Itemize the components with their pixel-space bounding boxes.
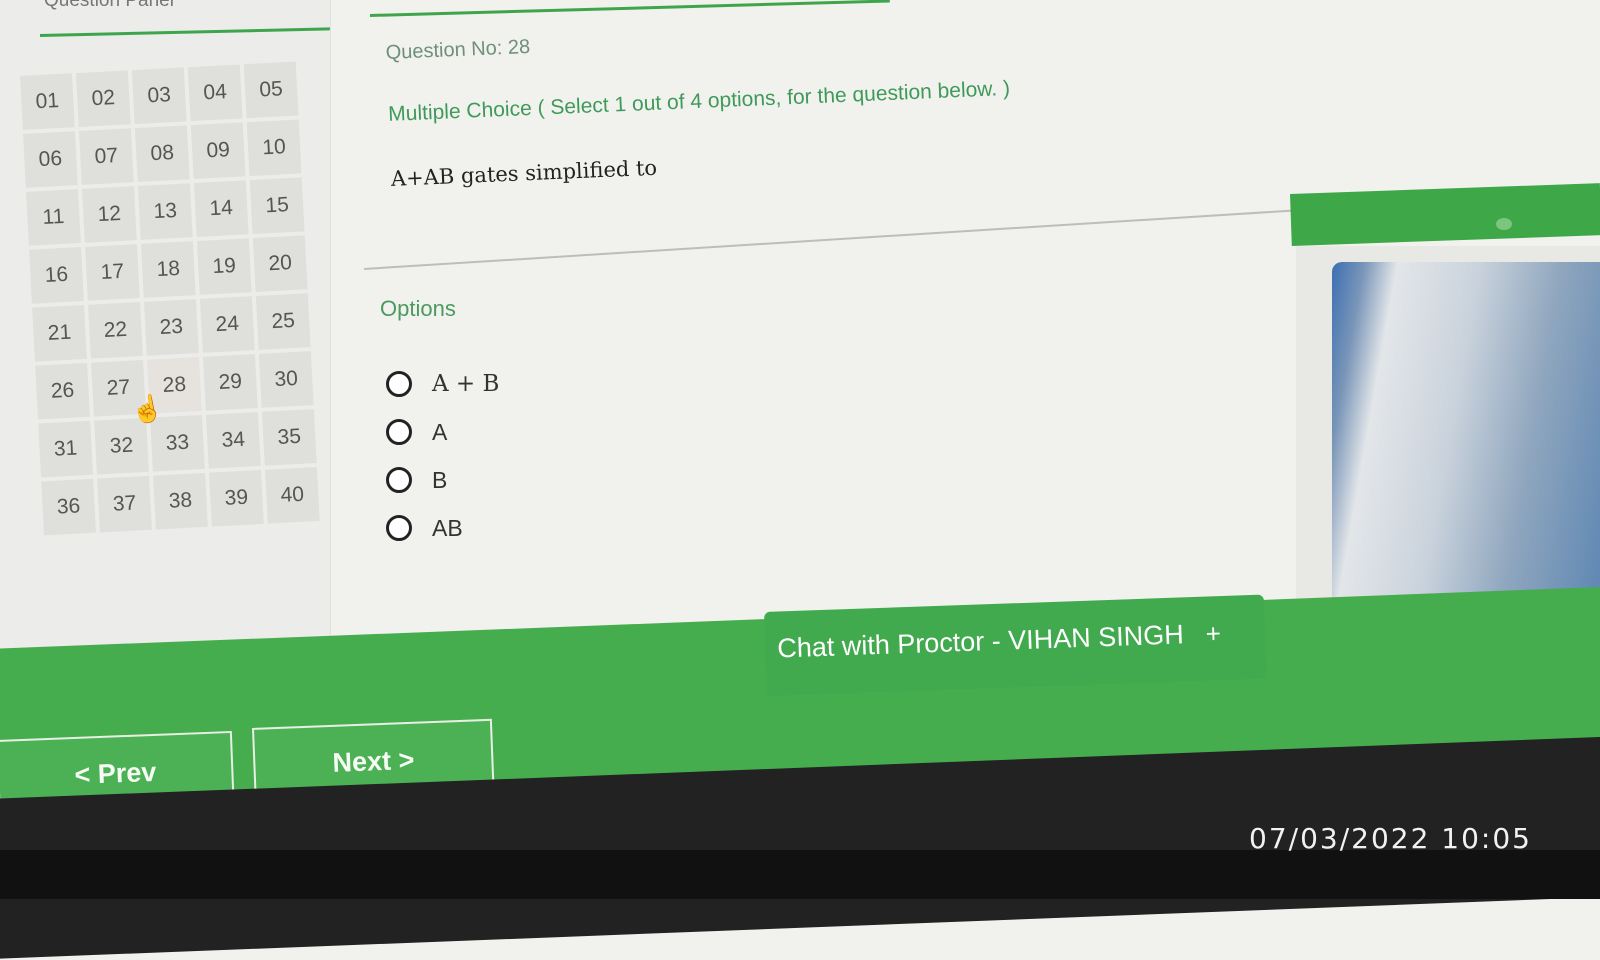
question-button-16[interactable]: 16 (29, 247, 84, 304)
radio-circle-icon[interactable] (386, 419, 412, 445)
webcam-indicator-icon (1496, 218, 1512, 230)
hand-pointer-icon: ☝ (128, 391, 166, 427)
option-ab[interactable]: AB (386, 504, 499, 552)
question-button-22[interactable]: 22 (88, 302, 143, 359)
question-button-10[interactable]: 10 (246, 119, 302, 177)
question-button-20[interactable]: 20 (252, 235, 308, 292)
question-button-06[interactable]: 06 (23, 131, 78, 188)
question-number: Question No: 28 (385, 35, 531, 64)
question-button-24[interactable]: 24 (199, 296, 255, 353)
options-label: Options (380, 296, 456, 321)
option-label: AB (432, 514, 463, 541)
question-button-37[interactable]: 37 (97, 475, 152, 533)
option-label: A (432, 418, 448, 445)
photo-timestamp: 07/03/2022 10:05 (1249, 822, 1532, 855)
question-button-14[interactable]: 14 (193, 180, 249, 237)
question-button-02[interactable]: 02 (75, 70, 131, 127)
question-button-25[interactable]: 25 (255, 293, 311, 350)
option-label: A + B (432, 371, 500, 397)
plus-icon[interactable]: + (1205, 618, 1221, 650)
question-text: A+AB gates simplified to (390, 155, 658, 191)
question-button-21[interactable]: 21 (32, 304, 87, 362)
panel-title-underline (39, 27, 330, 37)
question-panel-title: Question Panel (44, 0, 174, 11)
chat-label: Chat with Proctor - VIHAN SINGH (776, 619, 1185, 664)
question-button-09[interactable]: 09 (190, 122, 246, 180)
question-button-34[interactable]: 34 (205, 412, 261, 469)
question-button-08[interactable]: 08 (134, 125, 190, 182)
question-button-40[interactable]: 40 (264, 466, 320, 524)
question-button-38[interactable]: 38 (153, 472, 208, 530)
question-button-01[interactable]: 01 (20, 73, 75, 130)
options-list: A + B A B AB (386, 360, 499, 552)
question-button-12[interactable]: 12 (81, 186, 137, 243)
radio-circle-icon[interactable] (386, 515, 412, 541)
question-button-17[interactable]: 17 (85, 244, 140, 301)
question-divider (363, 209, 1293, 270)
question-grid: 01 02 03 04 05 06 07 08 09 10 11 12 13 14 15 16 17 18 19 20… (20, 61, 322, 536)
question-button-11[interactable]: 11 (26, 189, 81, 246)
webcam-feed (1332, 262, 1600, 612)
radio-circle-icon[interactable] (386, 467, 412, 493)
question-type: Multiple Choice ( Select 1 out of 4 opti… (387, 76, 1011, 126)
question-button-18[interactable]: 18 (140, 241, 196, 298)
question-button-04[interactable]: 04 (187, 64, 243, 122)
question-area: Question No: 28 Multiple Choice ( Select… (385, 0, 1291, 191)
question-button-35[interactable]: 35 (261, 409, 317, 466)
question-button-23[interactable]: 23 (143, 299, 199, 356)
question-button-31[interactable]: 31 (38, 420, 93, 478)
question-panel: Question Panel 01 02 03 04 05 06 07 08 09 10 11 12 1… (0, 0, 331, 745)
question-button-05[interactable]: 05 (243, 61, 299, 119)
question-button-39[interactable]: 39 (209, 469, 264, 527)
question-button-03[interactable]: 03 (131, 67, 187, 125)
header-accent-line (369, 0, 890, 17)
radio-circle-icon[interactable] (386, 371, 412, 397)
question-button-15[interactable]: 15 (249, 177, 305, 235)
option-a[interactable]: A (386, 408, 499, 456)
option-b[interactable]: B (386, 456, 499, 504)
question-button-19[interactable]: 19 (196, 238, 252, 295)
question-button-30[interactable]: 30 (258, 351, 314, 408)
question-button-33[interactable]: 33 (150, 414, 205, 472)
question-button-29[interactable]: 29 (202, 354, 258, 411)
question-button-26[interactable]: 26 (35, 362, 90, 420)
question-button-36[interactable]: 36 (41, 478, 97, 536)
monitor-bezel-bottom (0, 850, 1600, 899)
question-button-07[interactable]: 07 (78, 128, 134, 185)
question-button-13[interactable]: 13 (137, 183, 193, 240)
option-label: B (432, 466, 448, 493)
chat-with-proctor-tab[interactable]: Chat with Proctor - VIHAN SINGH + (764, 594, 1267, 696)
webcam-header-bar (1290, 183, 1600, 246)
option-a-plus-b[interactable]: A + B (386, 360, 499, 408)
